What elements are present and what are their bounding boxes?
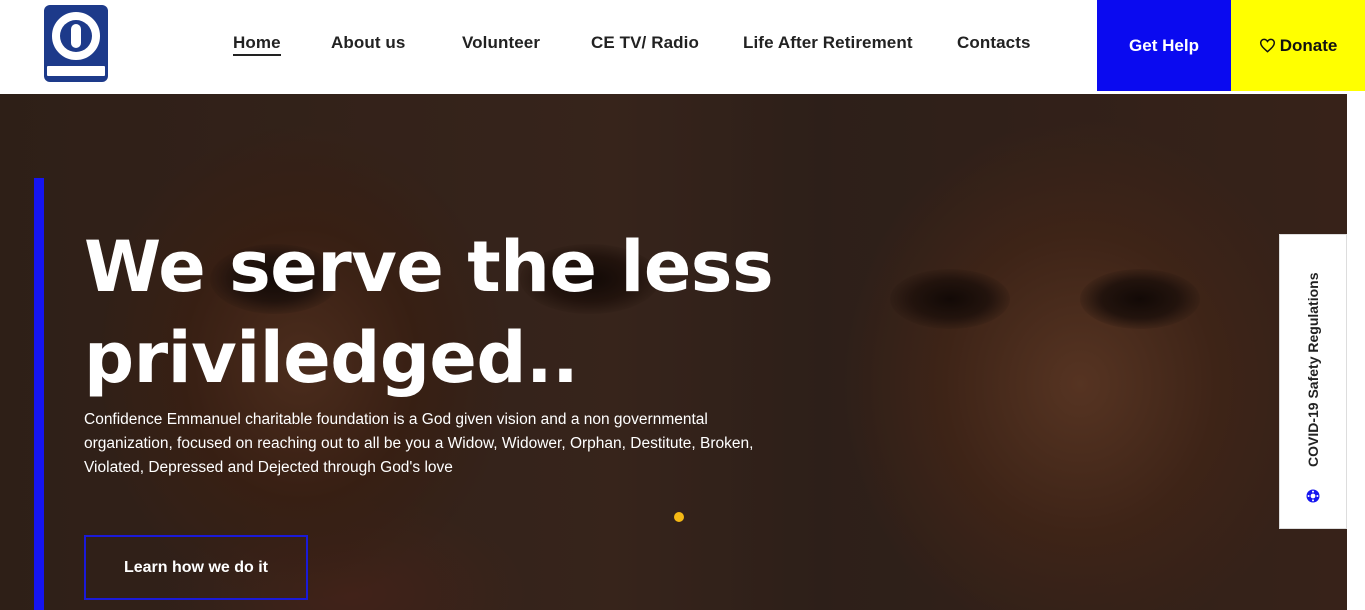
virus-icon [1306, 489, 1320, 503]
get-help-label: Get Help [1129, 35, 1199, 55]
nav-item-volunteer[interactable]: Volunteer [462, 33, 540, 53]
learn-how-label: Learn how we do it [123, 558, 268, 576]
donate-label: Donate [1279, 35, 1338, 55]
slider-dot[interactable] [674, 512, 684, 522]
hero-accent-bar [34, 178, 44, 610]
nav-item-about-us[interactable]: About us [331, 33, 405, 53]
get-help-button[interactable]: Get Help [1097, 0, 1231, 91]
hero-title: We serve the less priviledged.. [84, 226, 774, 399]
nav-item-home[interactable]: Home [233, 33, 281, 56]
site-header: Home About us Volunteer CE TV/ Radio Lif… [0, 0, 1365, 94]
logo-seal-icon [49, 9, 103, 63]
donate-button[interactable]: Donate [1231, 0, 1365, 91]
heart-icon [1259, 38, 1275, 53]
hero-description: Confidence Emmanuel charitable foundatio… [84, 411, 754, 476]
nav-item-ce-tv-radio[interactable]: CE TV/ Radio [591, 33, 699, 53]
covid-safety-label: COVID-19 Safety Regulations [1305, 272, 1321, 468]
logo-wordmark [47, 66, 105, 76]
covid-safety-tab[interactable]: COVID-19 Safety Regulations [1279, 234, 1347, 529]
hero-slider: We serve the less priviledged.. Confiden… [0, 94, 1365, 610]
page-edge [1347, 94, 1365, 610]
site-logo[interactable] [44, 5, 108, 82]
nav-item-life-after-retirement[interactable]: Life After Retirement [743, 33, 913, 53]
nav-item-contacts[interactable]: Contacts [957, 33, 1031, 53]
learn-how-button[interactable]: Learn how we do it [84, 535, 308, 600]
